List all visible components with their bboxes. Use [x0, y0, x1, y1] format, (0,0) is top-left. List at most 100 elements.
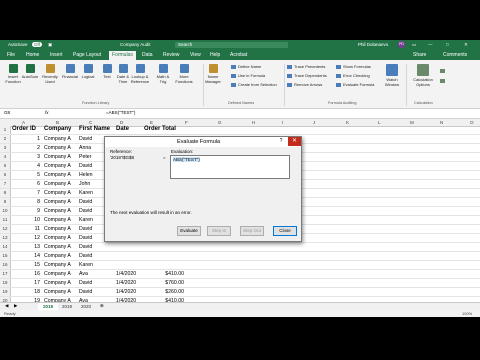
- table-cell[interactable]: Company A: [44, 262, 78, 268]
- column-header[interactable]: O: [470, 120, 474, 125]
- column-header[interactable]: I: [282, 120, 283, 125]
- table-cell[interactable]: Company A: [44, 190, 78, 196]
- table-cell[interactable]: Company A: [44, 208, 78, 214]
- table-cell[interactable]: Company A: [44, 136, 78, 142]
- step-in-button[interactable]: Step In: [207, 226, 231, 236]
- table-cell[interactable]: 14: [12, 253, 40, 259]
- row-number[interactable]: 4: [0, 153, 11, 161]
- trace-precedents-button[interactable]: Trace Precedents: [287, 64, 325, 69]
- table-cell[interactable]: Company A: [44, 280, 78, 286]
- row-number[interactable]: 15: [0, 252, 11, 260]
- tab-home[interactable]: Home: [26, 52, 39, 58]
- save-icon[interactable]: ▣: [48, 42, 52, 48]
- table-cell[interactable]: Company A: [44, 226, 78, 232]
- tab-view[interactable]: View: [190, 52, 201, 58]
- table-cell[interactable]: Company A: [44, 181, 78, 187]
- table-cell[interactable]: 10: [12, 217, 40, 223]
- create-from-selection-button[interactable]: Create from Selection: [231, 82, 277, 87]
- close-button[interactable]: Close: [273, 226, 297, 236]
- ribbon-button-1[interactable]: AutoSum: [20, 64, 40, 79]
- show-formulas-button[interactable]: Show Formulas: [336, 64, 371, 69]
- maximize-icon[interactable]: □: [446, 42, 449, 47]
- table-cell[interactable]: Company A: [44, 172, 78, 178]
- tab-file[interactable]: File: [7, 52, 15, 58]
- row-number[interactable]: 19: [0, 288, 11, 296]
- dialog-close-icon[interactable]: ✕: [288, 137, 301, 146]
- row-number[interactable]: 14: [0, 243, 11, 251]
- column-header[interactable]: E: [150, 120, 153, 125]
- formula-input[interactable]: =ABS("TEST"): [106, 110, 135, 115]
- table-cell[interactable]: Company A: [44, 145, 78, 151]
- column-header[interactable]: G: [218, 120, 222, 125]
- table-cell[interactable]: 11: [12, 226, 40, 232]
- table-cell[interactable]: 7: [12, 190, 40, 196]
- table-cell[interactable]: 18: [12, 289, 40, 295]
- evaluate-formula-button[interactable]: Evaluate Formula: [336, 82, 374, 87]
- next-sheet-icon[interactable]: ▶: [14, 303, 17, 309]
- table-cell[interactable]: Company A: [44, 289, 78, 295]
- evaluate-button[interactable]: Evaluate: [177, 226, 201, 236]
- row-number[interactable]: 5: [0, 162, 11, 170]
- header-order-id[interactable]: Order ID: [12, 126, 36, 132]
- table-cell[interactable]: $760.00: [144, 280, 184, 286]
- close-window-icon[interactable]: ✕: [464, 42, 468, 48]
- column-header[interactable]: A: [22, 120, 25, 125]
- table-cell[interactable]: $410.00: [144, 271, 184, 277]
- define-name-button[interactable]: Define Name: [231, 64, 261, 69]
- row-number[interactable]: 9: [0, 198, 11, 206]
- column-header[interactable]: F: [185, 120, 188, 125]
- table-cell[interactable]: Company A: [44, 217, 78, 223]
- column-header[interactable]: B: [56, 120, 59, 125]
- table-cell[interactable]: 3: [12, 154, 40, 160]
- table-cell[interactable]: 1/4/2020: [116, 280, 142, 286]
- tab-page-layout[interactable]: Page Layout: [73, 52, 101, 58]
- table-cell[interactable]: Company A: [44, 244, 78, 250]
- trace-dependents-button[interactable]: Trace Dependents: [287, 73, 327, 78]
- row-number[interactable]: 16: [0, 261, 11, 269]
- header-first-name[interactable]: First Name: [79, 126, 110, 132]
- ribbon-button-8[interactable]: Math & Trig: [153, 64, 173, 84]
- tab-help[interactable]: Help: [210, 52, 220, 58]
- ribbon-button-10[interactable]: Name Manager: [203, 64, 223, 84]
- table-cell[interactable]: Company A: [44, 271, 78, 277]
- table-cell[interactable]: Company A: [44, 163, 78, 169]
- table-cell[interactable]: David: [79, 253, 113, 259]
- zoom-level[interactable]: 100%: [462, 311, 472, 316]
- ribbon-button-2[interactable]: Recently Used: [40, 64, 60, 84]
- tab-review[interactable]: Review: [163, 52, 179, 58]
- share-button[interactable]: Share: [413, 52, 426, 58]
- table-cell[interactable]: Karen: [79, 262, 113, 268]
- row-number[interactable]: 2: [0, 135, 11, 143]
- table-cell[interactable]: 8: [12, 199, 40, 205]
- table-cell[interactable]: 6: [12, 181, 40, 187]
- search-box[interactable]: Search: [175, 42, 288, 48]
- header-order-total[interactable]: Order Total: [144, 126, 176, 132]
- row-number[interactable]: 7: [0, 180, 11, 188]
- use-in-formula-button[interactable]: Use in Formula: [231, 73, 265, 78]
- table-cell[interactable]: 16: [12, 271, 40, 277]
- fx-icon[interactable]: fx: [45, 110, 49, 115]
- table-cell[interactable]: 12: [12, 235, 40, 241]
- table-cell[interactable]: 9: [12, 208, 40, 214]
- table-cell[interactable]: Company A: [44, 199, 78, 205]
- row-number[interactable]: 8: [0, 189, 11, 197]
- help-button[interactable]: ?: [277, 138, 285, 145]
- table-cell[interactable]: 5: [12, 172, 40, 178]
- table-cell[interactable]: 2: [12, 145, 40, 151]
- error-checking-button[interactable]: Error Checking: [336, 73, 370, 78]
- column-header[interactable]: H: [252, 120, 255, 125]
- ribbon-button-4[interactable]: Logical: [78, 64, 98, 79]
- table-cell[interactable]: Company A: [44, 235, 78, 241]
- header-date[interactable]: Date: [116, 126, 129, 132]
- table-cell[interactable]: David: [79, 289, 113, 295]
- tab-insert[interactable]: Insert: [50, 52, 63, 58]
- ribbon-button-3[interactable]: Financial: [60, 64, 80, 79]
- row-number[interactable]: 18: [0, 279, 11, 287]
- table-cell[interactable]: 1/4/2020: [116, 289, 142, 295]
- header-company[interactable]: Company: [44, 126, 71, 132]
- tab-formulas[interactable]: Formulas: [109, 51, 136, 60]
- column-header[interactable]: D: [120, 120, 123, 125]
- table-cell[interactable]: 15: [12, 262, 40, 268]
- row-number[interactable]: 11: [0, 216, 11, 224]
- row-number[interactable]: 6: [0, 171, 11, 179]
